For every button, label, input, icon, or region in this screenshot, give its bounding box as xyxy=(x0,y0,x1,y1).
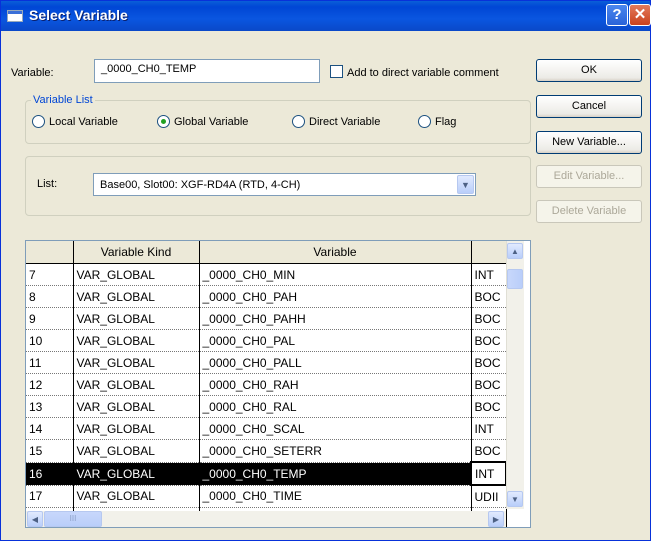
row-number-cell: 9 xyxy=(26,307,74,330)
scroll-right-icon[interactable]: ▶ xyxy=(488,511,504,527)
variable-name-cell: _0000_CH0_RAL xyxy=(199,395,472,418)
variable-type-cell: BOC xyxy=(471,329,507,352)
delete-variable-button[interactable]: Delete Variable xyxy=(536,200,642,223)
row-number-cell: 8 xyxy=(26,285,74,308)
row-number-cell: 14 xyxy=(26,417,74,440)
variable-name-cell: _0000_CH0_PAH xyxy=(199,285,472,308)
table-row[interactable]: 9 VAR_GLOBAL _0000_CH0_PAHH BOC xyxy=(26,307,507,330)
variable-type-cell: BOC xyxy=(471,285,507,308)
variable-type-cell: INT xyxy=(471,417,507,440)
close-button[interactable]: ✕ xyxy=(629,4,651,26)
scroll-up-icon[interactable]: ▲ xyxy=(507,243,523,259)
horizontal-scrollbar[interactable]: ◀ III ▶ xyxy=(26,511,506,527)
row-number-cell: 16 xyxy=(26,462,74,486)
local-variable-radio[interactable] xyxy=(32,115,45,128)
flag-label: Flag xyxy=(435,116,457,128)
variable-kind-cell: VAR_GLOBAL xyxy=(73,485,200,508)
variable-type-cell: BOC xyxy=(471,351,507,374)
variable-table: Variable Kind Variable 7 VAR_GLOBAL _0000_… xyxy=(25,240,531,528)
table-row[interactable]: 12 VAR_GLOBAL _0000_CH0_RAH BOC xyxy=(26,373,507,396)
variable-type-cell: BOC xyxy=(471,307,507,330)
variable-name-cell: _0000_CH0_PAHH xyxy=(199,307,472,330)
variable-header[interactable]: Variable xyxy=(199,241,472,264)
table-row[interactable]: 15 VAR_GLOBAL _0000_CH0_SETERR BOC xyxy=(26,439,507,463)
variable-type-cell: UDII xyxy=(471,485,507,508)
chevron-down-icon[interactable]: ▼ xyxy=(457,175,474,194)
list-select[interactable]: Base00, Slot00: XGF-RD4A (RTD, 4-CH) ▼ xyxy=(93,173,476,196)
variable-table-grid: Variable Kind Variable 7 VAR_GLOBAL _0000_… xyxy=(26,241,507,527)
variable-kind-cell: VAR_GLOBAL xyxy=(73,462,200,486)
list-selected-value: Base00, Slot00: XGF-RD4A (RTD, 4-CH) xyxy=(100,179,301,191)
variable-kind-cell: VAR_GLOBAL xyxy=(73,329,200,352)
variable-input[interactable]: _0000_CH0_TEMP xyxy=(94,59,320,83)
row-number-cell: 10 xyxy=(26,329,74,352)
select-variable-dialog: Select Variable ? ✕ Variable: _0000_CH0_… xyxy=(0,0,651,541)
variable-type-cell: BOC xyxy=(471,373,507,396)
add-comment-label: Add to direct variable comment xyxy=(347,67,499,79)
direct-variable-label: Direct Variable xyxy=(309,116,381,128)
ok-button[interactable]: OK xyxy=(536,59,642,82)
variable-name-cell: _0000_CH0_SCAL xyxy=(199,417,472,440)
variable-type-cell: INT xyxy=(470,461,507,486)
title-bar[interactable]: Select Variable ? ✕ xyxy=(1,1,651,31)
new-variable-button[interactable]: New Variable... xyxy=(536,131,642,154)
variable-name-cell: _0000_CH0_MIN xyxy=(199,263,472,286)
variable-label: Variable: xyxy=(11,67,54,79)
direct-variable-radio[interactable] xyxy=(292,115,305,128)
table-row[interactable]: 17 VAR_GLOBAL _0000_CH0_TIME UDII xyxy=(26,485,507,508)
local-variable-label: Local Variable xyxy=(49,116,118,128)
variable-name-cell: _0000_CH0_SETERR xyxy=(199,439,472,463)
list-label: List: xyxy=(37,178,58,190)
table-row[interactable]: 14 VAR_GLOBAL _0000_CH0_SCAL INT xyxy=(26,417,507,440)
variable-name-cell: _0000_CH0_RAH xyxy=(199,373,472,396)
table-row[interactable]: 13 VAR_GLOBAL _0000_CH0_RAL BOC xyxy=(26,395,507,418)
table-row[interactable]: 7 VAR_GLOBAL _0000_CH0_MIN INT xyxy=(26,263,507,286)
row-number-cell: 15 xyxy=(26,439,74,463)
variable-kind-cell: VAR_GLOBAL xyxy=(73,285,200,308)
window-icon xyxy=(7,10,23,22)
row-number-cell: 11 xyxy=(26,351,74,374)
row-number-cell: 13 xyxy=(26,395,74,418)
variable-type-cell: BOC xyxy=(471,439,507,463)
variable-kind-cell: VAR_GLOBAL xyxy=(73,373,200,396)
variable-name-cell: _0000_CH0_TEMP xyxy=(199,462,472,486)
variable-name-cell: _0000_CH0_PAL xyxy=(199,329,472,352)
table-row[interactable]: 10 VAR_GLOBAL _0000_CH0_PAL BOC xyxy=(26,329,507,352)
variable-kind-cell: VAR_GLOBAL xyxy=(73,439,200,463)
variable-kind-cell: VAR_GLOBAL xyxy=(73,395,200,418)
row-number-cell: 17 xyxy=(26,485,74,508)
vertical-scrollbar[interactable]: ▲ ▼ xyxy=(506,241,524,509)
row-number-cell: 7 xyxy=(26,263,74,286)
horizontal-scroll-thumb[interactable]: III xyxy=(44,511,102,527)
table-row[interactable]: 8 VAR_GLOBAL _0000_CH0_PAH BOC xyxy=(26,285,507,308)
variable-kind-cell: VAR_GLOBAL xyxy=(73,307,200,330)
variable-kind-cell: VAR_GLOBAL xyxy=(73,263,200,286)
cancel-button[interactable]: Cancel xyxy=(536,95,642,118)
help-button[interactable]: ? xyxy=(606,4,628,26)
scroll-left-icon[interactable]: ◀ xyxy=(27,511,43,527)
global-variable-radio[interactable] xyxy=(157,115,170,128)
flag-radio[interactable] xyxy=(418,115,431,128)
add-comment-checkbox[interactable] xyxy=(330,65,343,78)
variable-name-cell: _0000_CH0_PALL xyxy=(199,351,472,374)
variable-name-cell: _0000_CH0_TIME xyxy=(199,485,472,508)
global-variable-label: Global Variable xyxy=(174,116,249,128)
variable-kind-cell: VAR_GLOBAL xyxy=(73,417,200,440)
variable-type-cell: BOC xyxy=(471,395,507,418)
table-header-row: Variable Kind Variable xyxy=(26,241,507,264)
variable-list-title: Variable List xyxy=(31,94,95,106)
table-row[interactable]: 16 VAR_GLOBAL _0000_CH0_TEMP INT xyxy=(26,461,507,486)
variable-kind-header[interactable]: Variable Kind xyxy=(73,241,200,264)
dialog-title: Select Variable xyxy=(29,7,128,23)
edit-variable-button[interactable]: Edit Variable... xyxy=(536,165,642,188)
scroll-down-icon[interactable]: ▼ xyxy=(507,491,523,507)
variable-kind-cell: VAR_GLOBAL xyxy=(73,351,200,374)
variable-input-value: _0000_CH0_TEMP xyxy=(101,63,197,75)
variable-type-cell: INT xyxy=(471,263,507,286)
table-row[interactable]: 11 VAR_GLOBAL _0000_CH0_PALL BOC xyxy=(26,351,507,374)
row-number-cell: 12 xyxy=(26,373,74,396)
type-header[interactable] xyxy=(471,241,507,264)
row-number-header[interactable] xyxy=(26,241,74,264)
vertical-scroll-thumb[interactable] xyxy=(507,269,523,289)
